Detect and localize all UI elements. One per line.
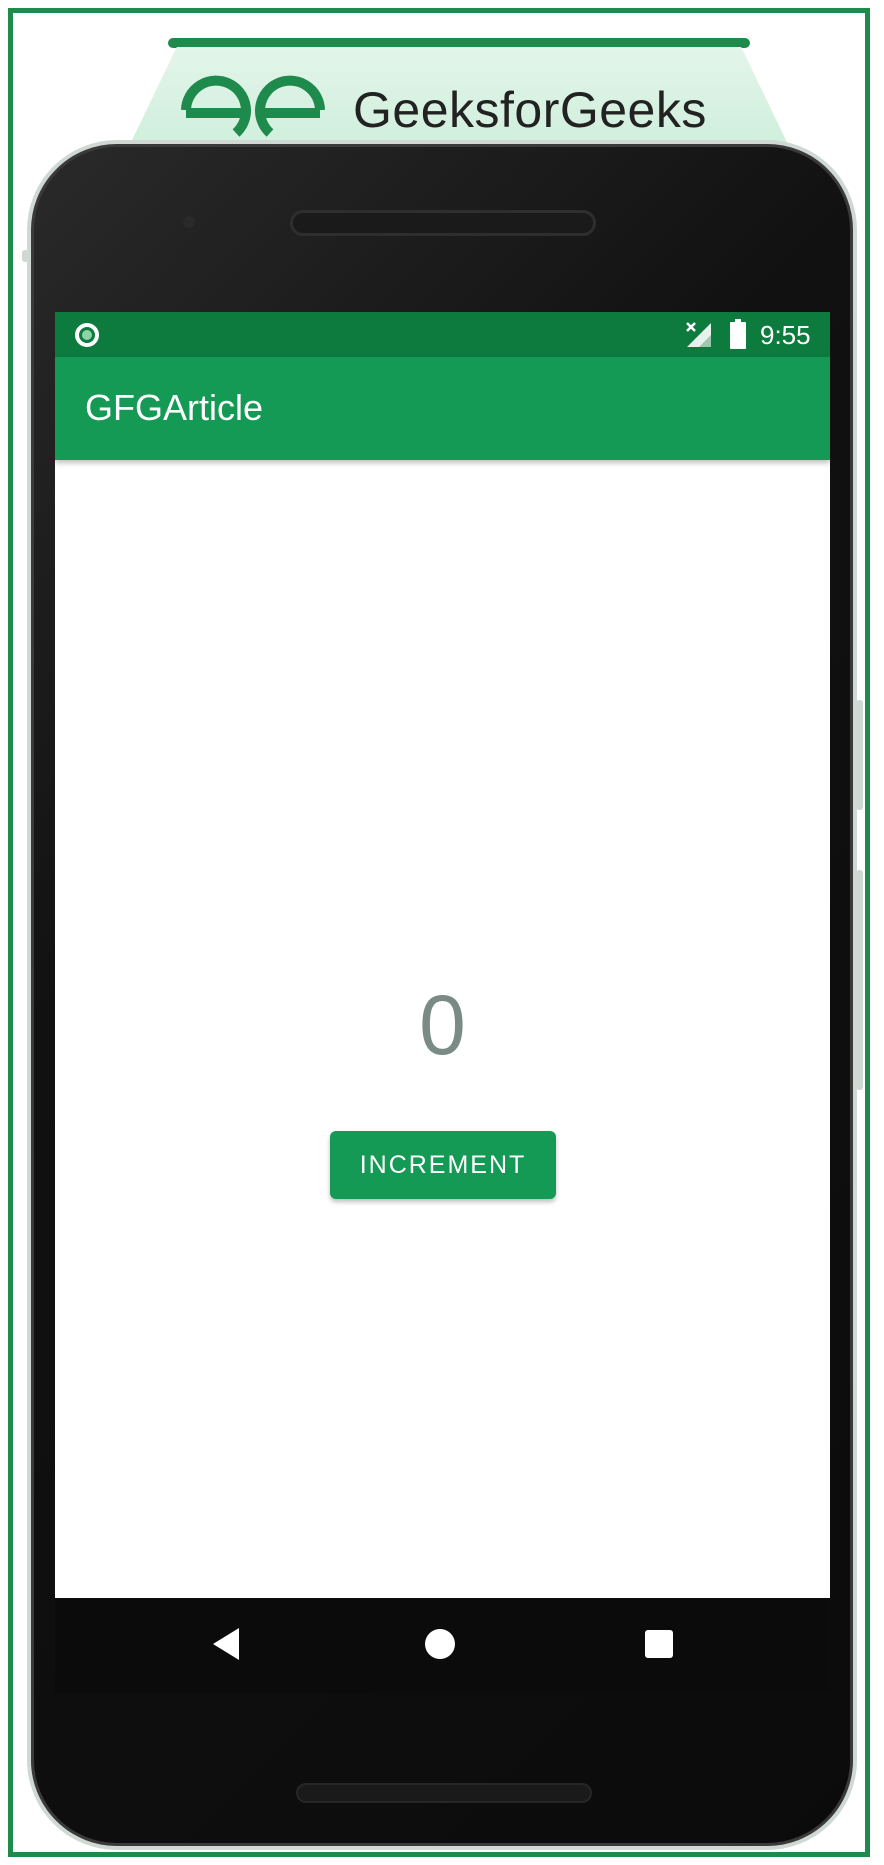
- app-title: GFGArticle: [85, 387, 264, 428]
- phone-earpiece: [290, 210, 596, 236]
- signal-off-icon: [686, 322, 711, 347]
- increment-button[interactable]: INCREMENT: [330, 1131, 556, 1199]
- back-icon[interactable]: [213, 1628, 239, 1660]
- brand-name: GeeksforGeeks: [353, 82, 707, 138]
- home-icon[interactable]: [425, 1629, 455, 1659]
- phone-volume-button: [856, 870, 863, 1090]
- status-time: 9:55: [760, 320, 811, 350]
- front-camera-icon: [183, 216, 195, 228]
- brand-top-bar: [168, 38, 750, 48]
- battery-icon: [730, 319, 746, 349]
- phone-bottom-speaker: [296, 1783, 592, 1803]
- recents-icon[interactable]: [645, 1630, 673, 1658]
- status-bar: 9:55: [55, 312, 830, 357]
- app-bar: GFGArticle: [55, 357, 830, 460]
- phone-left-edge: [22, 250, 29, 262]
- counter-value: 0: [419, 978, 466, 1072]
- phone-power-button: [856, 700, 863, 810]
- gfg-logo-icon: [181, 75, 325, 137]
- status-circle-icon: [75, 323, 99, 347]
- navigation-bar: [55, 1598, 830, 1693]
- phone-screen: 9:55 GFGArticle 0 INCREMENT: [55, 312, 830, 1598]
